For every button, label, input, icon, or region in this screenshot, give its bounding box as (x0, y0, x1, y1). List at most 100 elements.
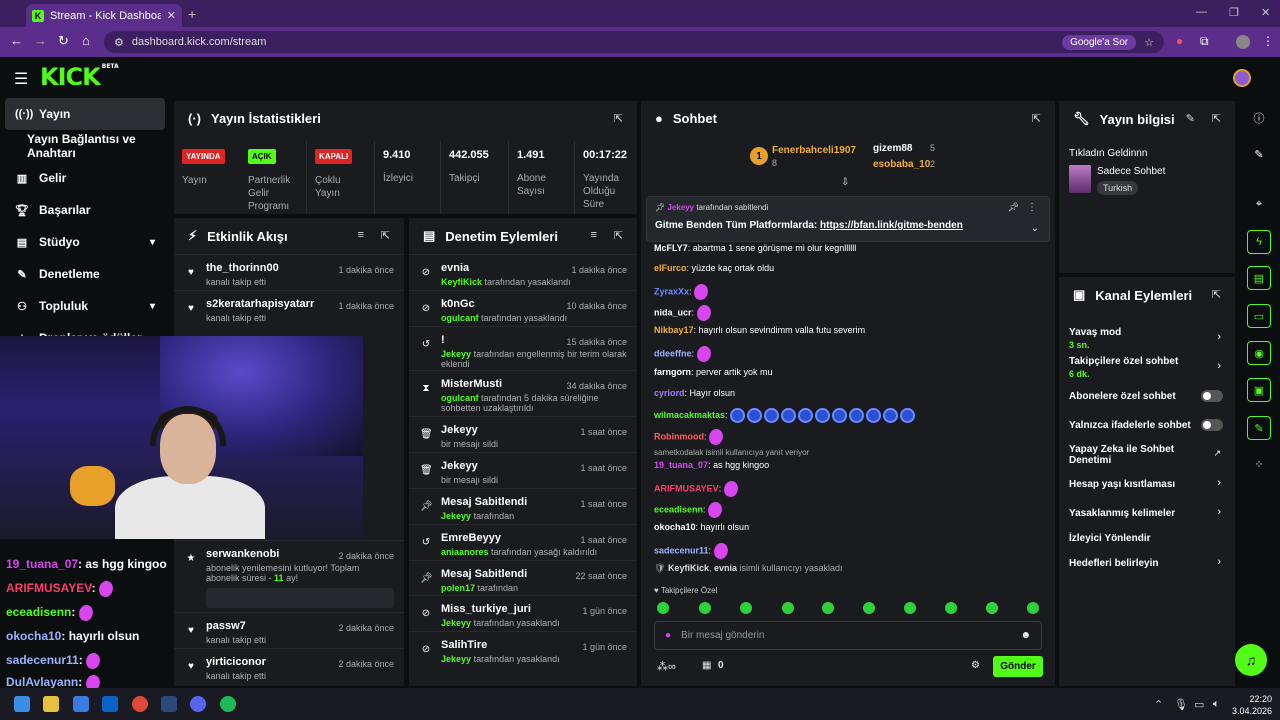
sidebar-item-achievements[interactable]: 🏆︎ Başarılar (5, 194, 165, 226)
chat-username[interactable]: wilmacakmaktas (654, 410, 725, 420)
chat-username[interactable]: okocha10 (654, 522, 696, 532)
taskbar-clock[interactable]: 22:20 3.04.2026 (1232, 693, 1272, 717)
chat-username[interactable]: ddeeffne (654, 348, 692, 358)
bookmark-star-icon[interactable]: ☆ (1144, 36, 1154, 49)
google-ask-button[interactable]: Google'a Sor (1062, 34, 1137, 50)
chat-username[interactable]: sadecenur11 (654, 545, 709, 555)
emote-icon[interactable] (863, 602, 875, 614)
action-follower-only[interactable]: Takipçilere özel sohbet 6 dk. (1069, 356, 1231, 379)
action-slow-mode[interactable]: Yavaş mod 3 sn. (1069, 327, 1231, 350)
microphone-icon[interactable]: 🎙︎ (1174, 698, 1188, 711)
windows-start-icon[interactable] (14, 696, 30, 712)
pin-icon[interactable]: 📌︎ (1008, 202, 1019, 213)
emote-only-toggle[interactable] (1201, 419, 1223, 431)
focus-icon[interactable]: ⌖ (1247, 192, 1271, 216)
sidebar-item-stream[interactable]: ((·)) Yayın (5, 98, 165, 130)
profile-avatar-icon[interactable] (1236, 35, 1250, 49)
filter-icon[interactable]: ≡ (591, 229, 597, 241)
new-tab-icon[interactable]: + (188, 6, 196, 22)
points-icon[interactable]: ⁂∞ (657, 660, 676, 673)
filter-icon[interactable]: ≡ (358, 229, 364, 241)
chat-username[interactable]: ZyraxXx (654, 286, 689, 296)
edit-pencil-icon[interactable]: ✎ (1186, 112, 1195, 125)
chat-username[interactable]: farngorn (654, 367, 691, 377)
network-icon[interactable]: ▭ (1194, 698, 1204, 711)
volume-icon[interactable]: 🔈︎ (1213, 698, 1220, 711)
home-icon[interactable]: ⌂ (82, 33, 90, 48)
chevron-right-icon[interactable]: › (1217, 477, 1221, 489)
info-icon[interactable]: ⓘ (1247, 106, 1271, 130)
wrench-icon[interactable]: ✎ (1247, 416, 1271, 440)
chat-username[interactable]: elFurco (654, 263, 687, 273)
chat-input[interactable]: ● Bir mesaj gönderin ☻ (654, 621, 1042, 650)
category-name[interactable]: Sadece Sohbet (1097, 166, 1165, 177)
emote-icon[interactable] (986, 602, 998, 614)
action-banned-words[interactable]: Yasaklanmış kelimeler (1069, 508, 1231, 519)
chat-username[interactable]: nida_ucr (654, 307, 692, 317)
reload-icon[interactable]: ↻ (58, 33, 69, 49)
chat-username[interactable]: 19_tuana_07 (654, 460, 708, 470)
emote-icon[interactable] (657, 602, 669, 614)
channel-icon[interactable]: ▣ (1247, 378, 1271, 402)
chevron-right-icon[interactable]: › (1217, 506, 1221, 518)
maximize-icon[interactable]: ❐ (1229, 6, 1239, 19)
chevron-right-icon[interactable]: › (1217, 331, 1221, 343)
more-options-icon[interactable]: ⋮ (1027, 202, 1037, 213)
collapse-arrow-icon[interactable]: ⇩ (841, 177, 849, 188)
chat-username[interactable]: Nikbay17 (654, 325, 694, 335)
hamburger-menu-icon[interactable]: ☰ (14, 69, 28, 89)
subscriber-only-toggle[interactable] (1201, 390, 1223, 402)
browser-menu-icon[interactable]: ⋮ (1262, 34, 1274, 48)
popout-icon[interactable]: ⇱ (1212, 112, 1221, 125)
sidebar-item-revenue[interactable]: ▥ Gelir (5, 162, 165, 194)
chevron-down-icon[interactable]: ⌄ (1031, 223, 1039, 234)
emote-icon[interactable] (904, 602, 916, 614)
popout-icon[interactable]: ⇱ (614, 112, 623, 125)
chat-username[interactable]: cyriord (654, 388, 685, 398)
spotify-icon[interactable] (220, 696, 236, 712)
browser-tab[interactable]: K Stream - Kick Dashboard ✕ (26, 4, 182, 27)
extension-icon[interactable]: ● (1176, 34, 1183, 48)
store-icon[interactable] (73, 696, 89, 712)
chevron-right-icon[interactable]: › (1217, 556, 1221, 568)
close-tab-icon[interactable]: ✕ (167, 9, 176, 22)
send-button[interactable]: Gönder (993, 656, 1043, 677)
popout-icon[interactable]: ⇱ (1032, 112, 1041, 125)
discord-icon[interactable] (190, 696, 206, 712)
leaderboard-second[interactable]: gizem88 (873, 143, 912, 154)
back-icon[interactable]: ← (10, 33, 23, 48)
action-account-age[interactable]: Hesap yaşı kısıtlaması (1069, 479, 1231, 490)
popout-icon[interactable]: ⇱ (1212, 288, 1221, 301)
emoji-icon[interactable]: ☻ (1020, 630, 1031, 641)
kick-logo[interactable]: KICK BETA (40, 63, 119, 91)
tray-chevron-icon[interactable]: ⌃ (1154, 698, 1163, 711)
leaderboard-third[interactable]: esobaba_10 (873, 159, 930, 170)
forward-icon[interactable]: → (34, 33, 47, 48)
action-goals[interactable]: Hedefleri belirleyin (1069, 558, 1231, 569)
chat-username[interactable]: ARIFMUSAYEV (654, 483, 719, 493)
action-raid[interactable]: İzleyici Yönlendir (1069, 533, 1231, 544)
emote-icon[interactable] (822, 602, 834, 614)
sidebar-item-studio[interactable]: ▤ Stüdyo ▾ (5, 226, 165, 258)
chat-username[interactable]: Robinmood (654, 431, 704, 441)
minimize-icon[interactable]: — (1196, 6, 1207, 18)
url-text[interactable]: dashboard.kick.com/stream (132, 36, 1054, 48)
broadcast-icon[interactable]: ◉ (1247, 341, 1271, 365)
settings-gear-icon[interactable]: ⚙ (971, 660, 980, 671)
omnibox[interactable]: ⚙ dashboard.kick.com/stream Google'a Sor… (104, 31, 1164, 53)
popout-icon[interactable]: ⇱ (614, 229, 623, 242)
emote-icon[interactable] (782, 602, 794, 614)
popout-icon[interactable]: ⇱ (381, 229, 390, 242)
leaderboard-first[interactable]: Fenerbahceli1907 (772, 145, 856, 156)
emote-icon[interactable] (699, 602, 711, 614)
sidebar-item-moderation[interactable]: ✎ Denetleme (5, 258, 165, 290)
user-avatar[interactable] (1233, 69, 1251, 87)
support-headset-icon[interactable]: ♫ (1235, 644, 1267, 676)
chrome-icon[interactable] (132, 696, 148, 712)
extensions-puzzle-icon[interactable]: ⧉ (1200, 34, 1209, 49)
outlook-icon[interactable] (102, 696, 118, 712)
steam-icon[interactable] (161, 696, 177, 712)
chat-bubble-icon[interactable]: ▭ (1247, 304, 1271, 328)
more-apps-icon[interactable]: ⁘ (1247, 452, 1271, 476)
chat-username[interactable]: McFLY7 (654, 243, 688, 253)
